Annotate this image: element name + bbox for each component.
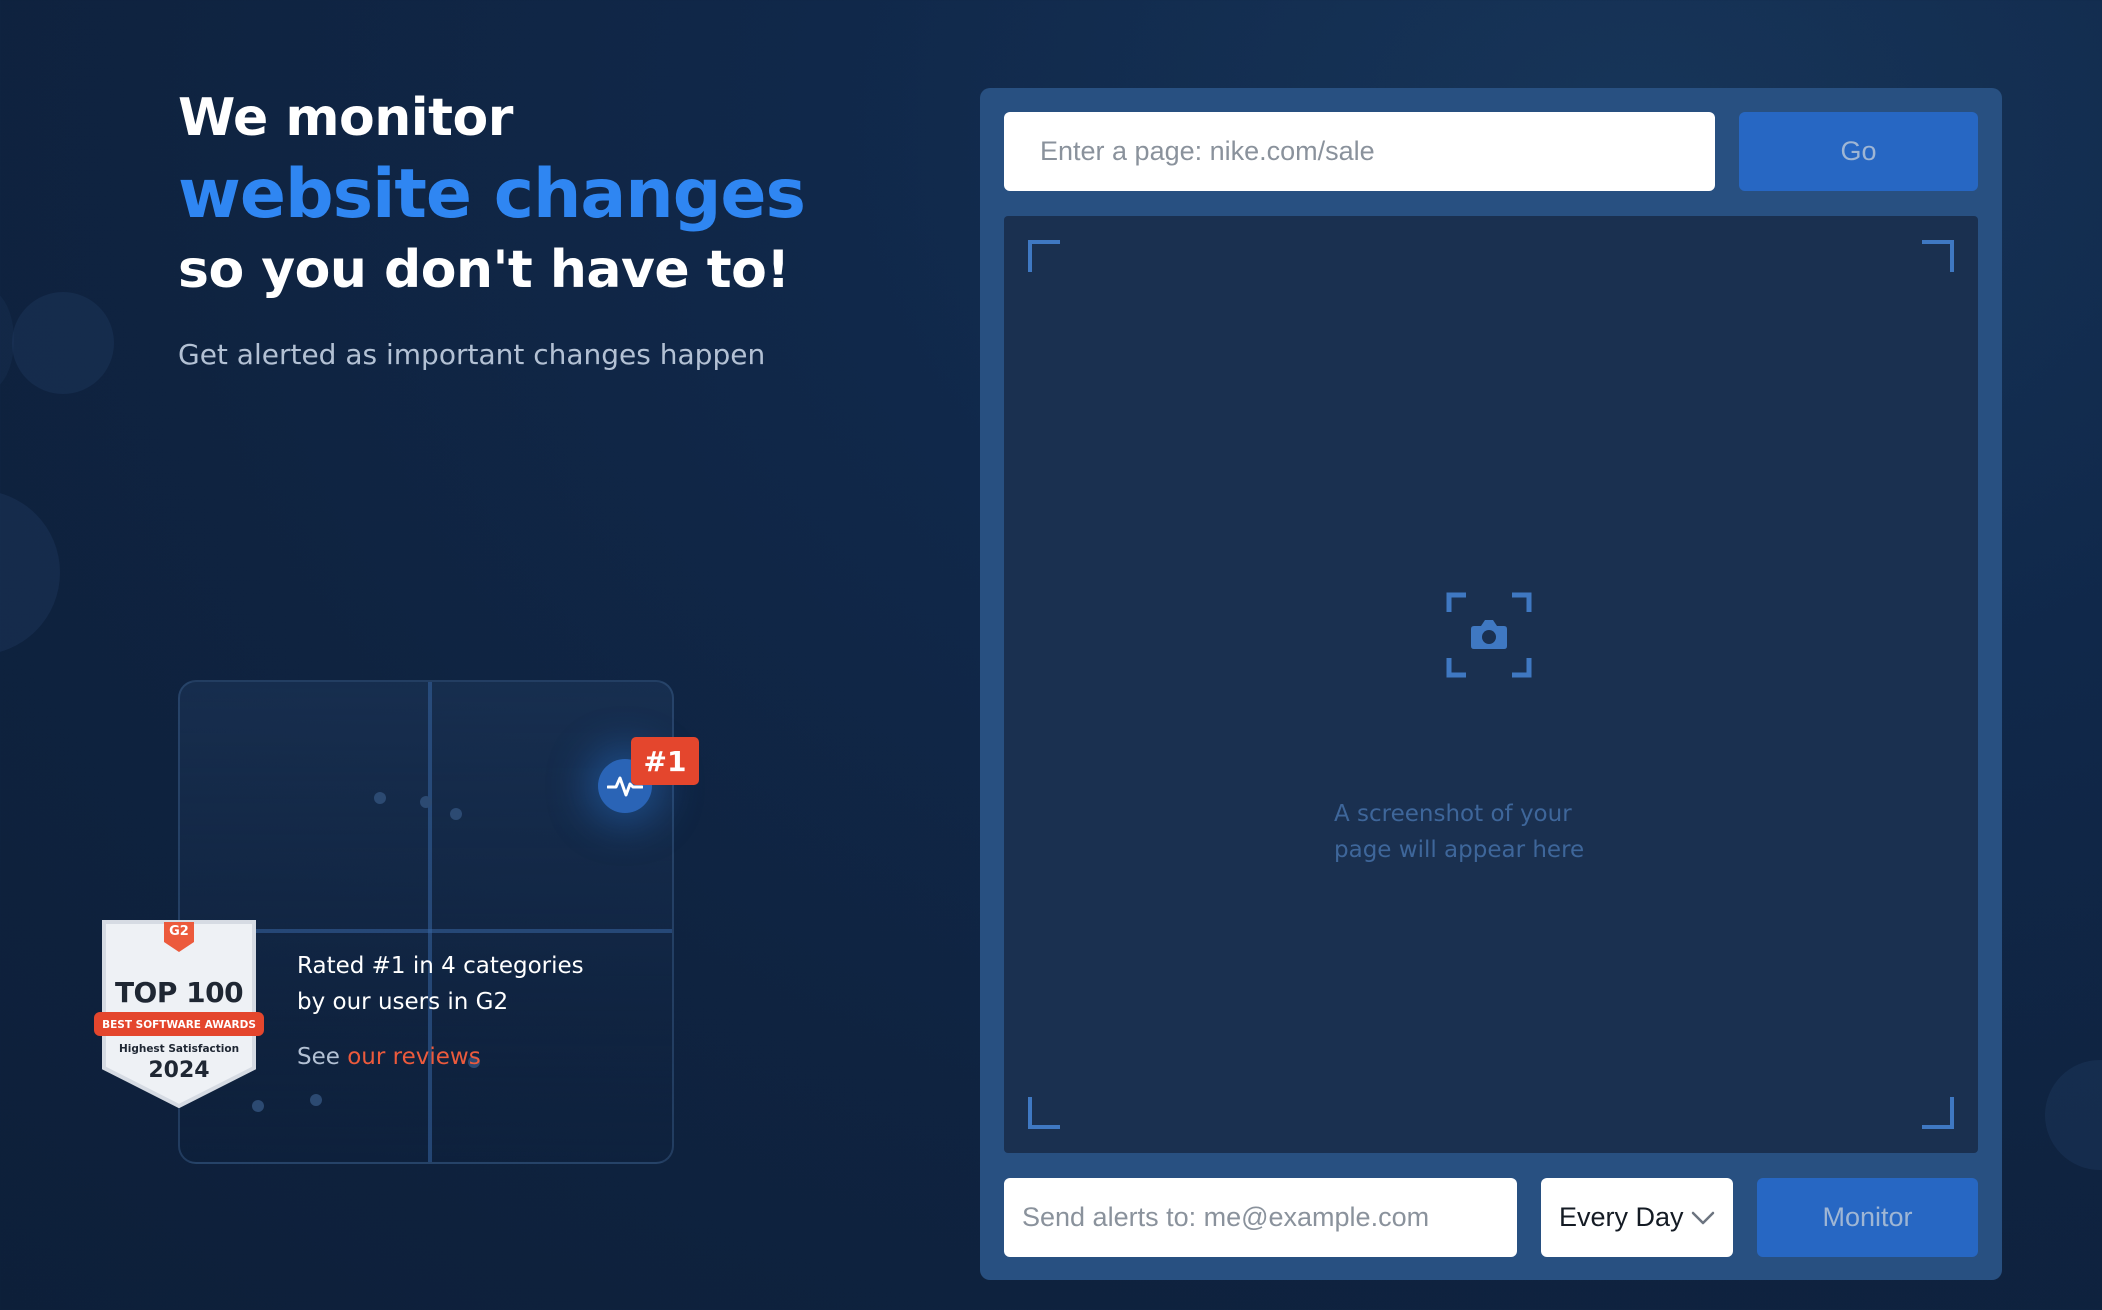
monitor-panel: Go A screenshot of your page will appear… [980,88,2002,1280]
background-circle [0,490,60,655]
screenshot-placeholder: A screenshot of your page will appear he… [1334,796,1654,868]
frequency-value: Every Day [1559,1202,1684,1232]
hero-title: We monitor [178,88,513,148]
decor-dot [374,792,386,804]
grid-line [428,682,432,1162]
background-circle [0,290,14,390]
g2-rating-text: Rated #1 in 4 categories by our users in… [297,948,584,1020]
frame-corner [1922,1097,1954,1129]
badge-subtitle: Highest Satisfaction [118,1043,240,1055]
g2-award-badge: G2 TOP 100 BEST SOFTWARE AWARDS Highest … [94,918,264,1108]
monitor-button[interactable]: Monitor [1757,1178,1978,1257]
go-button[interactable]: Go [1739,112,1978,191]
decor-dot [450,808,462,820]
badge-ribbon: BEST SOFTWARE AWARDS [102,1019,256,1031]
background-circle [12,292,114,394]
reviews-prompt: See our reviews [297,1044,481,1070]
frame-corner [1922,240,1954,272]
screenshot-preview: A screenshot of your page will appear he… [1004,216,1978,1153]
chevron-down-icon [1691,1211,1715,1224]
frame-corner [1028,1097,1060,1129]
badge-year: 2024 [148,1058,210,1083]
hero-title-end: so you don't have to! [178,240,790,300]
placeholder-line-1: A screenshot of your [1334,801,1572,827]
g2-logo: G2 [169,924,189,939]
frequency-select[interactable]: Every Day [1541,1178,1733,1257]
decor-dot [420,796,432,808]
frame-corner [1028,240,1060,272]
reviews-prefix: See [297,1044,348,1070]
hero-highlight: website changes [178,155,806,234]
rank-badge: #1 [631,737,699,785]
url-input[interactable] [1004,112,1715,191]
rating-line-2: by our users in G2 [297,989,509,1015]
badge-title: TOP 100 [114,976,244,1009]
reviews-link[interactable]: our reviews [347,1044,480,1070]
rating-line-1: Rated #1 in 4 categories [297,953,584,979]
email-field[interactable] [1004,1178,1517,1257]
camera-icon [1446,592,1532,678]
hero-subtitle: Get alerted as important changes happen [178,338,766,371]
background-circle [2045,1060,2102,1170]
decor-dot [310,1094,322,1106]
placeholder-line-2: page will appear here [1334,837,1585,863]
